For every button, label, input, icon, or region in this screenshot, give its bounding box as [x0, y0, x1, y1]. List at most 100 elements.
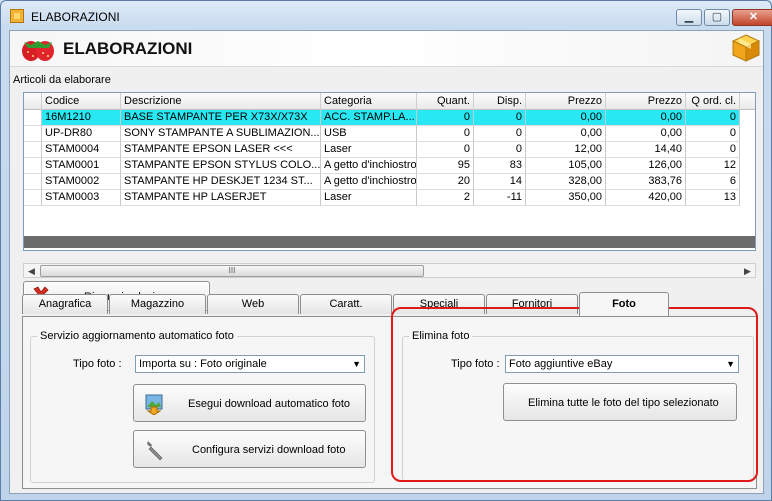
table-cell-codice[interactable]: STAM0001 [42, 158, 121, 174]
auto-update-group-title: Servizio aggiornamento automatico foto [37, 330, 237, 342]
column-header-descrizione[interactable]: Descrizione [121, 93, 321, 110]
table-cell-descrizione[interactable]: SONY STAMPANTE A SUBLIMAZION... [121, 126, 321, 142]
table-cell-disp[interactable]: 0 [474, 142, 526, 158]
download-auto-button[interactable]: Esegui download automatico foto [133, 384, 366, 422]
horizontal-scrollbar[interactable]: ◀ III ▶ [23, 263, 756, 278]
table-cell-prezzo1[interactable]: 0,00 [526, 110, 606, 126]
tab-magazzino[interactable]: Magazzino [109, 294, 206, 314]
table-cell-prezzo2[interactable]: 383,76 [606, 174, 686, 190]
column-header-disp[interactable]: Disp. [474, 93, 526, 110]
scrollbar-thumb[interactable]: III [40, 265, 424, 277]
table-cell-prezzo1[interactable]: 328,00 [526, 174, 606, 190]
row-indicator[interactable] [24, 158, 42, 174]
close-button[interactable]: ✕ [732, 9, 772, 26]
tab-web[interactable]: Web [207, 294, 299, 314]
table-cell-codice[interactable]: STAM0002 [42, 174, 121, 190]
table-cell-qord[interactable]: 13 [686, 190, 740, 206]
table-cell-categoria[interactable]: A getto d'inchiostro [321, 158, 417, 174]
configure-download-button[interactable]: Configura servizi download foto [133, 430, 366, 468]
table-cell-qord[interactable]: 12 [686, 158, 740, 174]
table-cell-prezzo1[interactable]: 12,00 [526, 142, 606, 158]
table-cell-disp[interactable]: 83 [474, 158, 526, 174]
table-cell-disp[interactable]: 0 [474, 126, 526, 142]
scroll-right-icon[interactable]: ▶ [741, 265, 754, 277]
table-cell-codice[interactable]: UP-DR80 [42, 126, 121, 142]
delete-all-photos-button[interactable]: Elimina tutte le foto del tipo seleziona… [503, 383, 737, 421]
tipo-foto-select-left-value: Importa su : Foto originale [139, 358, 267, 370]
table-cell-quant[interactable]: 2 [417, 190, 474, 206]
table-cell-categoria[interactable]: Laser [321, 142, 417, 158]
tab-speciali[interactable]: Speciali [393, 294, 485, 314]
app-icon [10, 9, 24, 23]
articles-grid[interactable]: Codice Descrizione Categoria Quant. Disp… [23, 92, 756, 251]
tipo-foto-select-left[interactable]: Importa su : Foto originale ▼ [135, 355, 365, 373]
row-indicator[interactable] [24, 110, 42, 126]
tab-fornitori[interactable]: Fornitori [486, 294, 578, 314]
table-cell-quant[interactable]: 0 [417, 126, 474, 142]
column-header-categoria[interactable]: Categoria [321, 93, 417, 110]
column-header-quant[interactable]: Quant. [417, 93, 474, 110]
table-cell-prezzo2[interactable]: 420,00 [606, 190, 686, 206]
column-header-codice[interactable]: Codice [42, 93, 121, 110]
table-cell-categoria[interactable]: USB [321, 126, 417, 142]
tipo-foto-select-right[interactable]: Foto aggiuntive eBay ▼ [505, 355, 739, 373]
column-header-prezzo2[interactable]: Prezzo [606, 93, 686, 110]
tab-strip: Anagrafica Magazzino Web Caratt. Special… [22, 292, 757, 317]
table-cell-qord[interactable]: 0 [686, 110, 740, 126]
maximize-button[interactable]: ▢ [704, 9, 730, 26]
main-window: ELABORAZIONI ▁ ▢ ✕ ELABORAZIONI Articoli… [0, 0, 772, 501]
delete-all-photos-label: Elimina tutte le foto del tipo seleziona… [528, 397, 719, 409]
strawberry-icon [22, 41, 54, 61]
table-cell-disp[interactable]: 14 [474, 174, 526, 190]
table-cell-prezzo1[interactable]: 350,00 [526, 190, 606, 206]
table-cell-qord[interactable]: 0 [686, 126, 740, 142]
table-cell-quant[interactable]: 20 [417, 174, 474, 190]
column-header-qord[interactable]: Q ord. cl. [686, 93, 740, 110]
table-cell-codice[interactable]: STAM0004 [42, 142, 121, 158]
table-cell-qord[interactable]: 0 [686, 142, 740, 158]
table-cell-prezzo2[interactable]: 0,00 [606, 126, 686, 142]
chevron-down-icon: ▼ [726, 359, 735, 369]
download-auto-label: Esegui download automatico foto [188, 398, 351, 410]
table-cell-disp[interactable]: 0 [474, 110, 526, 126]
tab-caratt[interactable]: Caratt. [300, 294, 392, 314]
table-cell-categoria[interactable]: A getto d'inchiostro [321, 174, 417, 190]
tab-anagrafica[interactable]: Anagrafica [22, 294, 108, 314]
tipo-foto-label-left: Tipo foto : [73, 358, 122, 370]
table-cell-descrizione[interactable]: STAMPANTE HP LASERJET [121, 190, 321, 206]
wrench-icon [147, 441, 163, 461]
table-cell-qord[interactable]: 6 [686, 174, 740, 190]
table-cell-prezzo2[interactable]: 0,00 [606, 110, 686, 126]
title-bar: ELABORAZIONI ▁ ▢ ✕ [1, 1, 772, 29]
picture-download-icon [145, 394, 163, 415]
table-cell-descrizione[interactable]: STAMPANTE EPSON STYLUS COLO... [121, 158, 321, 174]
table-cell-quant[interactable]: 95 [417, 158, 474, 174]
table-cell-disp[interactable]: -11 [474, 190, 526, 206]
table-cell-prezzo2[interactable]: 126,00 [606, 158, 686, 174]
row-indicator[interactable] [24, 142, 42, 158]
scroll-left-icon[interactable]: ◀ [25, 265, 38, 277]
minimize-button[interactable]: ▁ [676, 9, 702, 26]
table-cell-prezzo1[interactable]: 105,00 [526, 158, 606, 174]
table-cell-prezzo2[interactable]: 14,40 [606, 142, 686, 158]
cube-icon [731, 34, 761, 62]
table-cell-prezzo1[interactable]: 0,00 [526, 126, 606, 142]
table-cell-descrizione[interactable]: BASE STAMPANTE PER X73X/X73X [121, 110, 321, 126]
table-cell-categoria[interactable]: Laser [321, 190, 417, 206]
chevron-down-icon: ▼ [352, 359, 361, 369]
table-cell-codice[interactable]: 16M1210 [42, 110, 121, 126]
header-indicator [24, 93, 42, 110]
column-header-prezzo1[interactable]: Prezzo [526, 93, 606, 110]
table-cell-codice[interactable]: STAM0003 [42, 190, 121, 206]
row-indicator[interactable] [24, 126, 42, 142]
table-cell-descrizione[interactable]: STAMPANTE EPSON LASER <<< [121, 142, 321, 158]
table-cell-quant[interactable]: 0 [417, 142, 474, 158]
table-cell-descrizione[interactable]: STAMPANTE HP DESKJET 1234 ST... [121, 174, 321, 190]
row-indicator[interactable] [24, 190, 42, 206]
tab-foto[interactable]: Foto [579, 292, 669, 316]
table-cell-quant[interactable]: 0 [417, 110, 474, 126]
row-indicator[interactable] [24, 174, 42, 190]
table-cell-categoria[interactable]: ACC. STAMP.LA... [321, 110, 417, 126]
section-label-articoli: Articoli da elaborare [13, 74, 111, 86]
tipo-foto-select-right-value: Foto aggiuntive eBay [509, 358, 613, 370]
